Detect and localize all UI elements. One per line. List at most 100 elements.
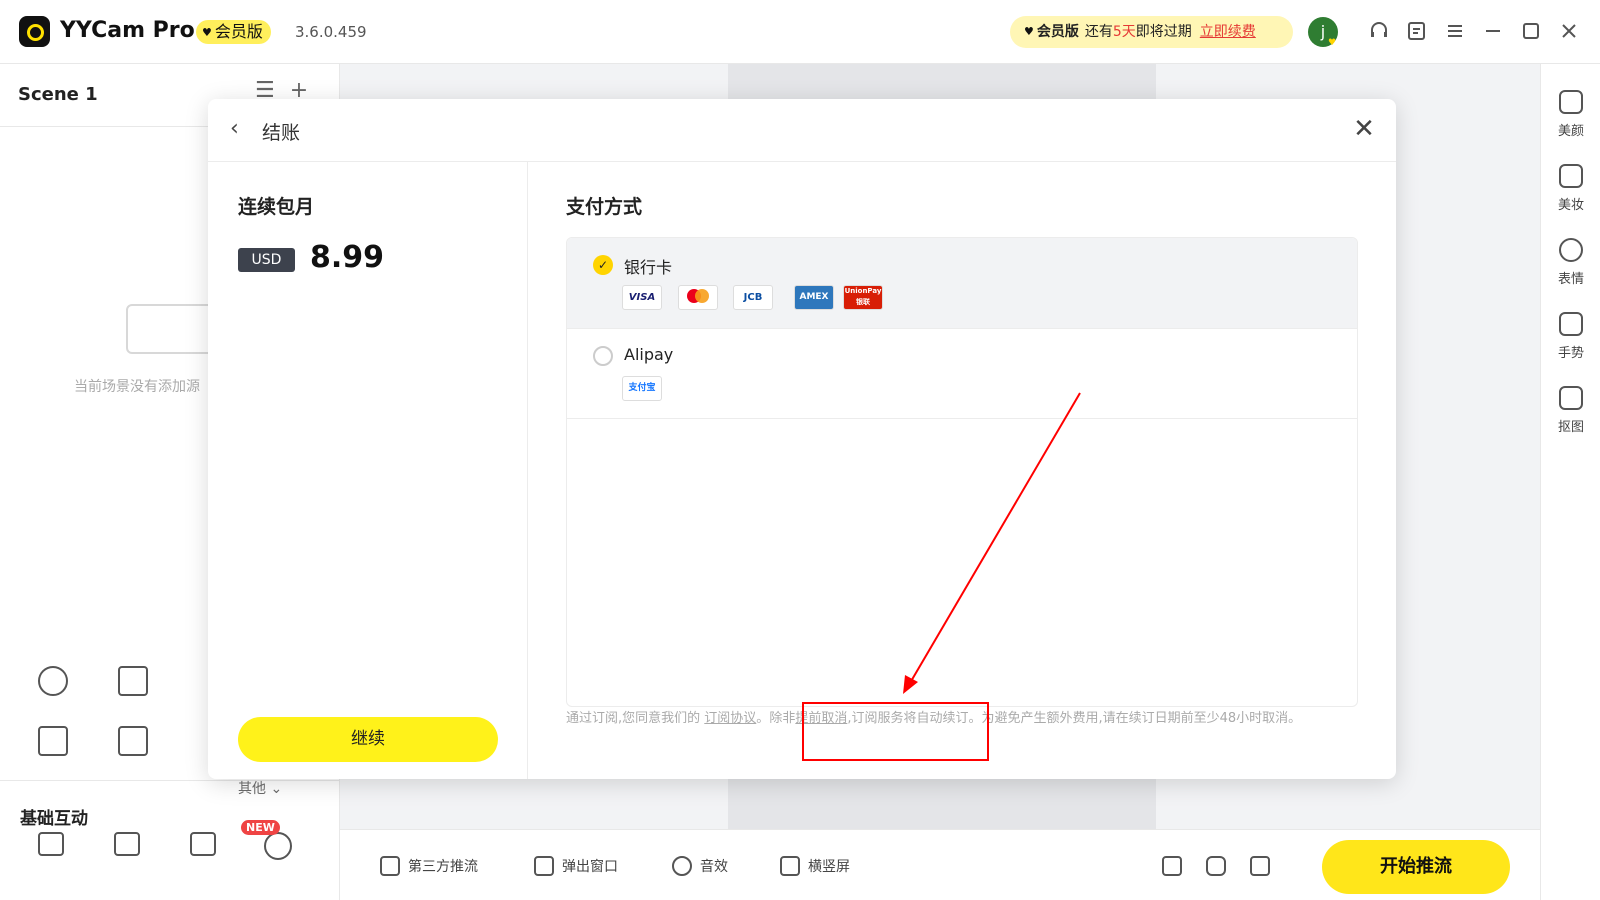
app-name: YYCam Pro xyxy=(60,18,195,43)
fan-icon[interactable] xyxy=(264,832,292,860)
orientation-label: 横竖屏 xyxy=(808,859,850,875)
close-icon[interactable] xyxy=(1557,20,1581,44)
gift-icon[interactable] xyxy=(38,832,64,856)
feedback-icon[interactable] xyxy=(1405,20,1429,44)
screen-source-icon[interactable] xyxy=(38,726,68,756)
other-options-link[interactable]: 其他 ⌄ xyxy=(238,778,282,798)
headset-icon[interactable] xyxy=(1367,20,1391,44)
stream-icon xyxy=(380,856,400,876)
payment-option-label: 银行卡 xyxy=(624,258,673,277)
heart-icon: ♥ xyxy=(1024,25,1034,38)
checkout-header: ‹ 结账 ✕ xyxy=(208,99,1396,162)
popup-window-button[interactable]: 弹出窗口 xyxy=(534,856,618,876)
cancel-early-link[interactable]: 提前取消 xyxy=(795,711,847,726)
payment-option-bank-card[interactable]: ✓ 银行卡 VISA JCB AMEX UnionPay 银联 xyxy=(567,238,1357,328)
app-version: 3.6.0.459 xyxy=(295,23,367,41)
makeup-tool[interactable]: 美妆 xyxy=(1541,164,1600,213)
mastercard-logo xyxy=(678,285,718,310)
empty-scene-text: 当前场景没有添加源 xyxy=(74,379,200,395)
payment-method-list: ✓ 银行卡 VISA JCB AMEX UnionPay 银联 Alipay 支… xyxy=(566,237,1358,707)
split-view-icon[interactable] xyxy=(1162,856,1182,876)
vip-badge-label: 会员版 xyxy=(214,22,263,41)
emoji-tool[interactable]: 表情 xyxy=(1541,238,1600,287)
subscription-agreement-text: 通过订阅,您同意我们的 订阅协议。除非提前取消,订阅服务将自动续订。为避免产生额… xyxy=(566,708,1356,729)
makeup-icon xyxy=(1559,164,1583,188)
makeup-label: 美妆 xyxy=(1557,198,1584,213)
bottom-toolbar: 第三方推流 弹出窗口 音效 横竖屏 开始推流 xyxy=(340,829,1540,900)
plugin-source-icon[interactable] xyxy=(118,666,148,696)
agreement-text: 。 xyxy=(756,711,770,726)
chevron-down-icon: ⌄ xyxy=(270,781,283,797)
orientation-button[interactable]: 横竖屏 xyxy=(780,856,850,876)
payment-title: 支付方式 xyxy=(566,196,643,218)
maximize-icon[interactable] xyxy=(1519,20,1543,44)
empty-scene-icon xyxy=(126,304,216,354)
start-stream-button[interactable]: 开始推流 xyxy=(1322,840,1510,894)
third-party-label: 第三方推流 xyxy=(408,859,478,875)
sound-label: 音效 xyxy=(700,859,728,875)
emoji-icon xyxy=(1559,238,1583,262)
jcb-logo: JCB xyxy=(733,285,773,310)
renew-vip-label: 会员版 xyxy=(1036,24,1079,40)
orientation-icon xyxy=(780,856,800,876)
menu-icon[interactable] xyxy=(1443,20,1467,44)
effects-toolbar: 美颜 美妆 表情 手势 抠图 xyxy=(1540,64,1600,900)
beauty-tool[interactable]: 美颜 xyxy=(1541,90,1600,139)
snapshot-icon[interactable] xyxy=(1206,856,1226,876)
renew-suffix: 即将过期 xyxy=(1135,24,1192,40)
renew-banner: ♥ 会员版 还有5天即将过期 立即续费 xyxy=(1010,16,1293,48)
visa-logo: VISA xyxy=(622,285,662,310)
currency-badge: USD xyxy=(238,248,295,272)
divider xyxy=(567,418,1357,419)
amex-logo: AMEX xyxy=(794,285,834,310)
agreement-text: 通过订阅,您同意我们的 xyxy=(566,711,701,726)
radio-unselected[interactable] xyxy=(593,346,613,366)
cutout-tool[interactable]: 抠图 xyxy=(1541,386,1600,435)
gesture-tool[interactable]: 手势 xyxy=(1541,312,1600,361)
renew-now-link[interactable]: 立即续费 xyxy=(1200,24,1256,40)
popup-icon xyxy=(534,856,554,876)
checkout-dialog: ‹ 结账 ✕ 连续包月 USD 8.99 继续 其他 ⌄ 支付方式 ✓ 银行卡 … xyxy=(208,99,1396,797)
sound-effect-button[interactable]: 音效 xyxy=(672,856,728,876)
sound-icon xyxy=(672,856,692,876)
subscription-agreement-link[interactable]: 订阅协议 xyxy=(704,711,756,726)
emoji-label: 表情 xyxy=(1557,272,1584,287)
vip-badge: ♥ 会员版 xyxy=(196,20,271,44)
payment-option-alipay[interactable]: Alipay 支付宝 xyxy=(567,328,1357,418)
camera-source-icon[interactable] xyxy=(38,666,68,696)
popup-label: 弹出窗口 xyxy=(562,859,618,875)
other-label: 其他 xyxy=(238,781,266,797)
basic-interaction-title: 基础互动 xyxy=(20,809,88,829)
new-badge: NEW xyxy=(241,820,280,835)
radio-selected[interactable]: ✓ xyxy=(593,255,613,275)
gesture-label: 手势 xyxy=(1557,346,1584,361)
back-icon[interactable]: ‹ xyxy=(230,117,254,141)
cutout-icon xyxy=(1559,386,1583,410)
divider xyxy=(0,780,340,781)
keyboard-icon[interactable] xyxy=(114,832,140,856)
unionpay-logo: UnionPay 银联 xyxy=(843,285,883,310)
plan-name: 连续包月 xyxy=(238,196,315,218)
third-party-stream-button[interactable]: 第三方推流 xyxy=(380,856,478,876)
close-icon[interactable]: ✕ xyxy=(1350,115,1378,143)
alipay-logo: 支付宝 xyxy=(622,376,662,401)
continue-button[interactable]: 继续 xyxy=(238,717,498,762)
beauty-icon xyxy=(1559,90,1583,114)
heart-icon: ♥ xyxy=(202,26,212,39)
payment-option-label: Alipay xyxy=(624,345,674,364)
minimize-icon[interactable] xyxy=(1481,20,1505,44)
checkout-title: 结账 xyxy=(262,122,301,144)
gesture-icon xyxy=(1559,312,1583,336)
devices-icon[interactable] xyxy=(190,832,216,856)
app-logo xyxy=(19,16,50,47)
record-icon[interactable] xyxy=(1250,856,1270,876)
beauty-label: 美颜 xyxy=(1557,124,1584,139)
cutout-label: 抠图 xyxy=(1557,420,1584,435)
plan-price: 8.99 xyxy=(310,240,385,275)
text-source-icon[interactable] xyxy=(118,726,148,756)
payment-section: 支付方式 ✓ 银行卡 VISA JCB AMEX UnionPay 银联 Ali… xyxy=(528,162,1396,779)
avatar-vip-icon: ♥ xyxy=(1328,38,1337,48)
agreement-text: 除非 xyxy=(769,711,796,726)
renew-prefix: 还有 xyxy=(1084,24,1113,40)
agreement-text: ,订阅服务将自动续订。为避免产生额外费用,请在续订日期前至少48小时取消。 xyxy=(847,711,1302,726)
